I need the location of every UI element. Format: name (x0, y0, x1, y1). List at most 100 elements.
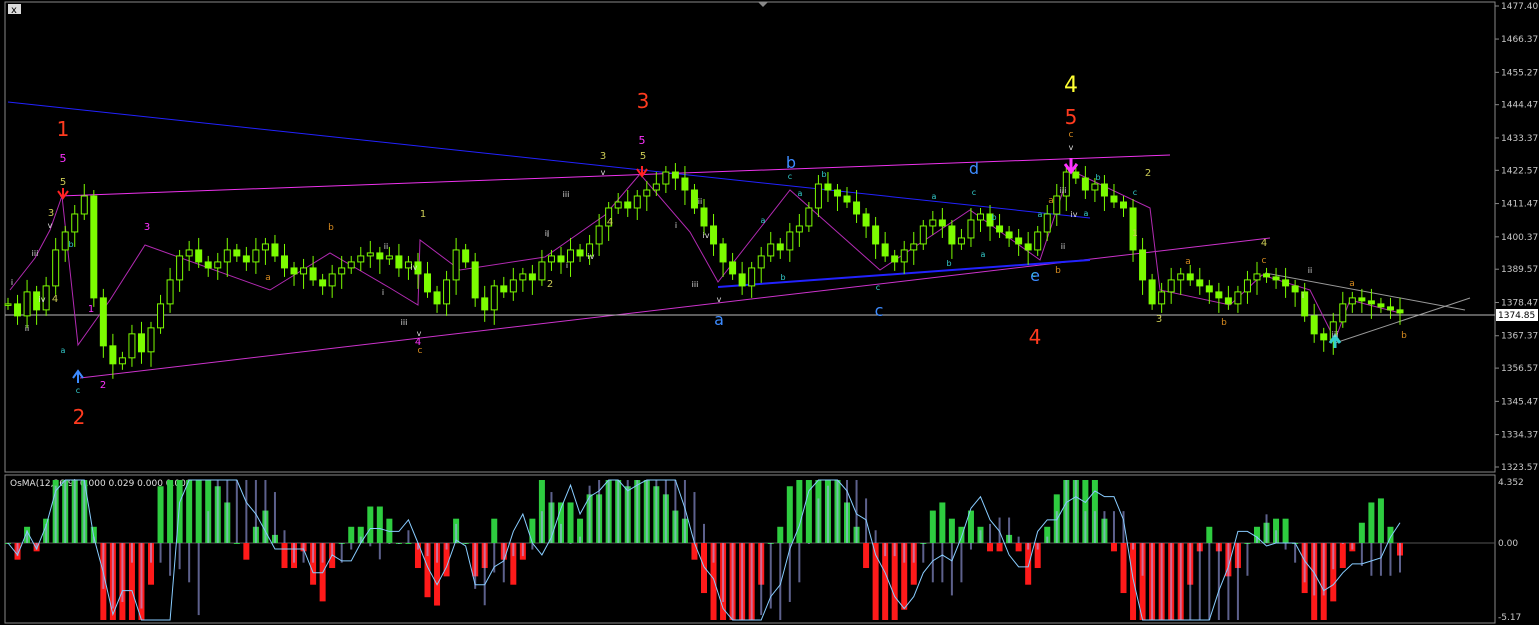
candle-body (195, 249, 203, 263)
candle-body (624, 201, 632, 209)
candle-body (1110, 195, 1118, 203)
wave-label: b (328, 223, 334, 233)
osma-bar (195, 480, 202, 543)
candle-body (643, 189, 651, 197)
macd-hatch-bar (521, 543, 524, 557)
candle-body (4, 303, 12, 306)
price-tick-label: 1356.57 (1501, 364, 1538, 374)
candle-body (214, 261, 222, 269)
candle-body (1205, 285, 1213, 293)
macd-hatch-bar (83, 480, 86, 543)
wave-label: iv (703, 231, 710, 240)
candle-body (509, 279, 517, 293)
osma-bar (491, 518, 498, 543)
wave-label: v (48, 221, 53, 230)
osma-bar (796, 480, 803, 543)
candle-body (328, 273, 336, 287)
candle-body (157, 303, 165, 329)
osma-bar (529, 518, 536, 543)
osma-bar (1120, 543, 1127, 594)
wave-label: iii (1060, 186, 1067, 195)
macd-hatch-bar (874, 530, 877, 543)
macd-hatch-bar (302, 543, 305, 563)
macd-hatch-bar (1170, 543, 1173, 620)
candle-body (805, 207, 813, 227)
macd-hatch-bar (321, 543, 324, 563)
candle-body (710, 225, 718, 245)
macd-hatch-bar (731, 543, 734, 620)
macd-hatch-bar (159, 543, 162, 563)
candle-body (242, 255, 250, 263)
macd-hatch-bar (464, 543, 467, 544)
price-tick-label: 1378.47 (1501, 298, 1538, 308)
candle-body (1053, 195, 1061, 215)
candle-body (957, 237, 965, 245)
macd-hatch-bar (1332, 543, 1335, 570)
wave-label: v (601, 168, 606, 177)
macd-hatch-bar (836, 480, 839, 543)
wave-label: a (981, 250, 986, 259)
osma-bar (691, 543, 698, 560)
candle-body (347, 261, 355, 269)
descending-blue-line (7, 101, 1091, 219)
macd-hatch-bar (130, 543, 133, 563)
macd-hatch-bar (1198, 543, 1201, 620)
wave-label: a (798, 189, 803, 198)
candle-body (853, 201, 861, 215)
wave-label: 5 (640, 151, 646, 162)
wave-label: v (1069, 143, 1074, 152)
wave-label: v (417, 329, 422, 338)
wave-label: i (11, 278, 13, 287)
osma-bar (1368, 502, 1375, 543)
wave-label: 1 (57, 117, 70, 141)
wave-label: c (76, 386, 80, 395)
wave-label: a (714, 310, 724, 329)
wave-label: 4 (1029, 325, 1042, 349)
wave-label: a (1084, 209, 1089, 218)
candle-body (1186, 273, 1194, 281)
osma-bar (367, 506, 374, 543)
candle-body (700, 207, 708, 227)
macd-hatch-bar (483, 543, 486, 606)
macd-hatch-bar (1017, 536, 1020, 543)
price-tick-label: 1422.57 (1501, 166, 1538, 176)
wave-label: 4 (1064, 73, 1078, 98)
candle-body (261, 243, 269, 251)
osma-bar (1130, 543, 1137, 620)
indicator-title: OsMA(12,26,9) 0.000 0.029 0.000 0.000 (10, 479, 192, 489)
wave-label: 5 (1065, 105, 1078, 129)
price-tick-label: 1411.47 (1501, 200, 1538, 210)
osma-bar (348, 526, 355, 543)
macd-hatch-bar (540, 511, 543, 543)
price-tick-label: 1477.40 (1501, 2, 1538, 12)
macd-hatch-bar (969, 543, 972, 550)
macd-hatch-bar (111, 543, 114, 609)
wave-label: 2 (73, 405, 86, 429)
price-chart[interactable]: x 123454551234534123452134baccababcbaabc… (0, 0, 1539, 625)
wave-label: b (68, 240, 73, 249)
blue-up-arrow-icon (72, 369, 84, 383)
macd-hatch-bar (445, 543, 448, 550)
wave-label: ii (1308, 266, 1312, 275)
candle-body (1139, 249, 1147, 281)
candle-body (748, 267, 756, 287)
candle-body (1386, 306, 1394, 311)
wave-label: ii (698, 197, 702, 206)
macd-hatch-bar (388, 543, 391, 544)
macd-hatch-bar (1112, 511, 1115, 543)
osma-bar (233, 543, 240, 544)
wave-zigzag (9, 169, 1401, 347)
candle-body (910, 243, 918, 251)
macd-hatch-bar (1294, 543, 1297, 563)
macd-hatch-bar (1141, 543, 1144, 576)
candle-body (996, 225, 1004, 233)
macd-hatch-bar (950, 543, 953, 596)
candle-body (1234, 291, 1242, 305)
candle-body (938, 219, 946, 227)
macd-hatch-bar (750, 543, 753, 620)
candle-body (690, 189, 698, 209)
candle-body (280, 255, 288, 269)
wave-label: 1 (1132, 229, 1138, 239)
candle-body (1158, 291, 1166, 305)
macd-hatch-bar (378, 543, 381, 560)
